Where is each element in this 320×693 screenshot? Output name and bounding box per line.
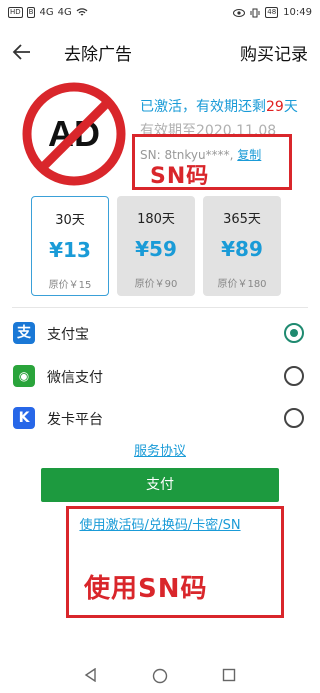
nav-recents-icon[interactable] bbox=[222, 668, 236, 682]
payment-option-card-platform[interactable]: K 发卡平台 bbox=[0, 398, 320, 438]
purchase-record-button[interactable]: 购买记录 bbox=[240, 40, 308, 65]
days-suffix: 天 bbox=[283, 99, 298, 115]
status-bar: HD B 4G 4G 48 10:49 bbox=[0, 0, 320, 28]
payment-label: 发卡平台 bbox=[47, 412, 103, 428]
b-icon: B bbox=[26, 7, 36, 18]
activation-prefix: 已激活，有效期还剩 bbox=[140, 99, 266, 115]
nav-back-icon[interactable] bbox=[84, 668, 98, 682]
vibrate-icon bbox=[250, 8, 260, 17]
activation-status: 已激活，有效期还剩29天 bbox=[140, 96, 298, 116]
plan-duration: 365天 bbox=[223, 212, 261, 227]
back-arrow-icon bbox=[12, 44, 30, 60]
plan-card-180[interactable]: 180天 ¥59 原价￥90 bbox=[117, 196, 195, 296]
system-nav-bar bbox=[0, 656, 320, 693]
use-sn-annotation-label: 使用SN码 bbox=[84, 574, 208, 604]
radio-alipay[interactable] bbox=[284, 323, 304, 343]
radio-card-platform[interactable] bbox=[284, 408, 304, 428]
eye-icon bbox=[233, 8, 246, 17]
sn-annotation-label: SN码 bbox=[150, 164, 210, 189]
service-agreement: 服务协议 bbox=[0, 440, 320, 459]
plan-duration: 30天 bbox=[55, 213, 85, 228]
days-left: 29 bbox=[266, 99, 284, 115]
battery-icon: 48 bbox=[265, 7, 279, 18]
plan-card-30[interactable]: 30天 ¥13 原价￥15 bbox=[31, 196, 109, 296]
alipay-icon: 支 bbox=[13, 322, 35, 344]
service-agreement-link[interactable]: 服务协议 bbox=[134, 444, 186, 459]
nav-home-icon[interactable] bbox=[152, 668, 168, 684]
plan-original-price: 原价￥90 bbox=[134, 279, 178, 290]
signal-4g-icon-2: 4G bbox=[57, 7, 72, 18]
clock: 10:49 bbox=[283, 7, 312, 18]
radio-wechat[interactable] bbox=[284, 366, 304, 386]
plan-original-price: 原价￥180 bbox=[217, 279, 267, 290]
wifi-icon bbox=[76, 8, 88, 16]
divider bbox=[12, 307, 308, 308]
payment-option-alipay[interactable]: 支 支付宝 bbox=[0, 313, 320, 353]
plan-duration: 180天 bbox=[137, 212, 175, 227]
hd-icon: HD bbox=[8, 7, 23, 18]
signal-4g-icon: 4G bbox=[39, 7, 54, 18]
back-button[interactable] bbox=[10, 40, 38, 64]
plan-original-price: 原价￥15 bbox=[48, 280, 92, 291]
page-title: 去除广告 bbox=[64, 45, 132, 65]
payment-label: 微信支付 bbox=[47, 370, 103, 386]
card-platform-icon: K bbox=[13, 407, 35, 429]
payment-option-wechat[interactable]: ◉ 微信支付 bbox=[0, 356, 320, 396]
payment-label: 支付宝 bbox=[47, 327, 89, 343]
plan-price: ¥13 bbox=[49, 238, 91, 262]
plan-card-365[interactable]: 365天 ¥89 原价￥180 bbox=[203, 196, 281, 296]
wechat-icon: ◉ bbox=[13, 365, 35, 387]
no-ads-icon: AD bbox=[20, 80, 128, 188]
plan-price: ¥59 bbox=[135, 237, 177, 261]
plan-price: ¥89 bbox=[221, 237, 263, 261]
pay-button[interactable]: 支付 bbox=[41, 468, 279, 502]
